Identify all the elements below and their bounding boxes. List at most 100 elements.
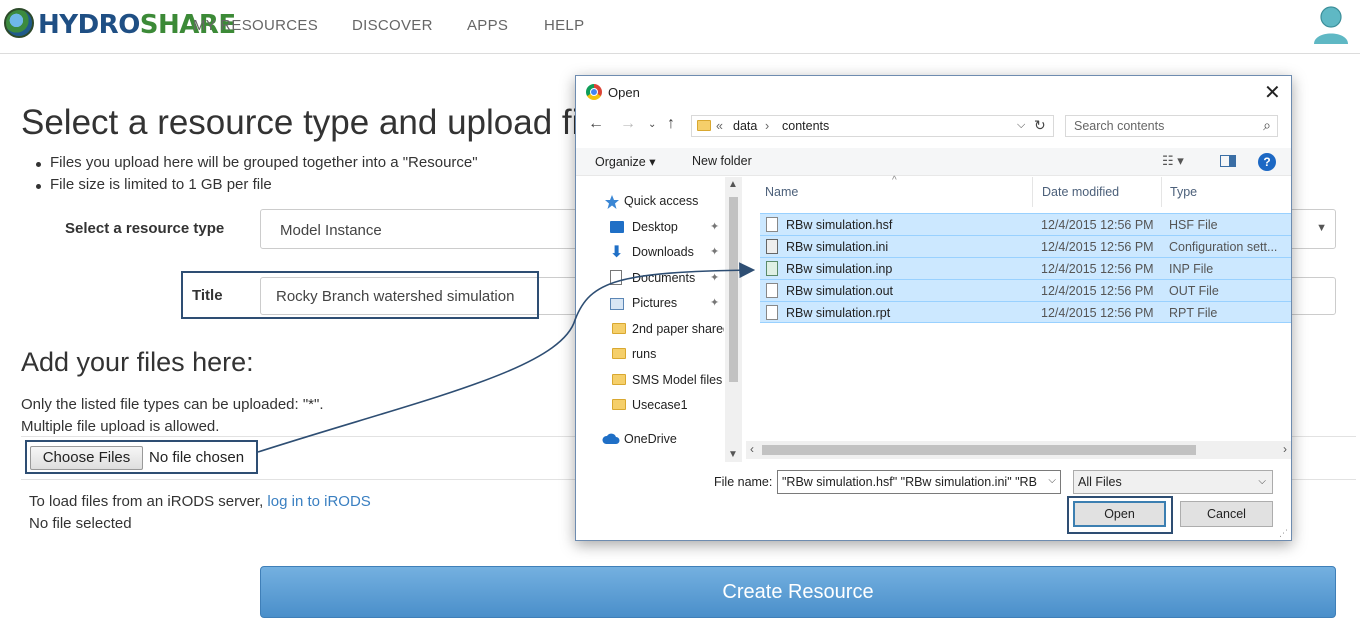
chevron-down-icon[interactable]: ⌵	[1017, 119, 1025, 132]
upload-info-list: Files you upload here will be grouped to…	[36, 154, 478, 198]
up-arrow-icon[interactable]: ↑	[667, 115, 675, 133]
title-label: Title	[192, 287, 223, 304]
dialog-titlebar[interactable]: Open ✕	[576, 76, 1291, 108]
file-date: 12/4/2015 12:56 PM	[1041, 218, 1154, 232]
create-resource-button[interactable]: Create Resource	[260, 566, 1336, 618]
file-type: HSF File	[1169, 218, 1218, 232]
file-name-value: "RBw simulation.hsf" "RBw simulation.ini…	[782, 475, 1037, 489]
search-placeholder: Search contents	[1074, 119, 1165, 133]
input-file-icon	[766, 261, 778, 276]
document-icon	[610, 270, 622, 285]
file-row[interactable]: RBw simulation.hsf 12/4/2015 12:56 PM HS…	[760, 213, 1291, 235]
file-chooser-highlight-box	[25, 440, 258, 474]
nav-2nd-paper-shared[interactable]: 2nd paper shared	[632, 322, 724, 336]
info-bullet-size-limit: File size is limited to 1 GB per file	[36, 176, 478, 198]
nav-scrollbar[interactable]: ▲ ▼	[725, 177, 742, 462]
command-bar: Organize ▾ New folder ☷ ▾ ?	[576, 148, 1291, 176]
file-list: ^ Name Date modified Type RBw simulation…	[754, 175, 1291, 439]
close-icon[interactable]: ✕	[1264, 80, 1281, 105]
organize-menu[interactable]: Organize ▾	[595, 154, 655, 169]
scroll-right-icon[interactable]: ›	[1283, 442, 1287, 456]
irods-section: To load files from an iRODS server, log …	[29, 491, 371, 535]
preview-pane-icon[interactable]	[1220, 155, 1236, 167]
breadcrumb-overflow[interactable]: «	[716, 119, 723, 133]
file-name-input[interactable]: "RBw simulation.hsf" "RBw simulation.ini…	[777, 470, 1061, 494]
irods-login-link[interactable]: log in to iRODS	[267, 493, 370, 510]
page-title: Select a resource type and upload files	[21, 103, 625, 142]
file-date: 12/4/2015 12:56 PM	[1041, 306, 1154, 320]
user-avatar-icon[interactable]	[1312, 4, 1350, 44]
title-highlight-box	[181, 271, 539, 319]
forward-arrow-icon[interactable]: →	[620, 115, 636, 133]
chevron-down-icon[interactable]: ⌵	[1045, 475, 1056, 486]
file-type-filter-select[interactable]: All Files ⌵	[1073, 470, 1273, 494]
folder-icon	[612, 348, 626, 359]
open-file-dialog: Open ✕ ← → ⌄ ↑ « data › contents ⌵ ↻ Sea…	[575, 75, 1292, 541]
pin-icon: ✦	[710, 297, 720, 309]
view-options-icon[interactable]: ☷ ▾	[1162, 153, 1184, 169]
search-input[interactable]: Search contents ⌕	[1065, 115, 1278, 137]
file-row[interactable]: RBw simulation.ini 12/4/2015 12:56 PM Co…	[760, 235, 1291, 257]
settings-file-icon	[766, 239, 778, 254]
scroll-thumb[interactable]	[729, 197, 738, 382]
multiple-upload-text: Multiple file upload is allowed.	[21, 418, 220, 435]
column-divider	[1161, 177, 1162, 207]
add-files-heading: Add your files here:	[21, 347, 254, 377]
pin-icon: ✦	[710, 221, 720, 233]
cancel-button[interactable]: Cancel	[1180, 501, 1273, 527]
column-name[interactable]: Name	[765, 185, 798, 199]
file-type-filter-value: All Files	[1078, 475, 1122, 489]
column-date-modified[interactable]: Date modified	[1042, 185, 1119, 199]
back-arrow-icon[interactable]: ←	[588, 115, 604, 133]
resource-type-value: Model Instance	[280, 222, 382, 239]
nav-help[interactable]: HELP	[544, 17, 584, 34]
navigation-pane: Quick access Desktop ✦ ⬇ Downloads ✦ Doc…	[576, 177, 744, 462]
file-row[interactable]: RBw simulation.rpt 12/4/2015 12:56 PM RP…	[760, 301, 1291, 323]
refresh-icon[interactable]: ↻	[1034, 117, 1046, 134]
resource-type-label: Select a resource type	[65, 220, 225, 237]
file-name: RBw simulation.out	[786, 284, 893, 298]
irods-text: To load files from an iRODS server,	[29, 493, 268, 510]
open-button[interactable]: Open	[1073, 501, 1166, 527]
breadcrumb-contents[interactable]: contents	[782, 119, 829, 133]
file-row[interactable]: RBw simulation.out 12/4/2015 12:56 PM OU…	[760, 279, 1291, 301]
hydroshare-logo-globe-icon[interactable]	[4, 8, 34, 38]
address-bar[interactable]: « data › contents ⌵ ↻	[691, 115, 1054, 137]
column-type[interactable]: Type	[1170, 185, 1197, 199]
resize-grip-icon[interactable]: ⋰	[1279, 528, 1288, 539]
folder-icon	[612, 323, 626, 334]
info-bullet-grouping: Files you upload here will be grouped to…	[36, 154, 478, 176]
file-date: 12/4/2015 12:56 PM	[1041, 262, 1154, 276]
file-type-note: Only the listed file types can be upload…	[21, 394, 324, 438]
file-type: Configuration sett...	[1169, 240, 1278, 254]
new-folder-button[interactable]: New folder	[692, 154, 752, 168]
file-name-label: File name:	[714, 475, 773, 489]
chrome-icon	[586, 84, 602, 100]
file-icon	[766, 217, 778, 232]
nav-discover[interactable]: DISCOVER	[352, 17, 433, 34]
file-name: RBw simulation.inp	[786, 262, 893, 276]
scroll-up-icon[interactable]: ▲	[728, 179, 738, 190]
download-icon: ⬇	[610, 244, 624, 261]
scroll-thumb[interactable]	[762, 445, 1196, 455]
recent-locations-chevron-icon[interactable]: ⌄	[648, 119, 656, 130]
folder-icon	[612, 374, 626, 385]
file-date: 12/4/2015 12:56 PM	[1041, 284, 1154, 298]
sort-ascending-icon: ^	[892, 175, 897, 186]
nav-my-resources[interactable]: MY RESOURCES	[193, 17, 318, 34]
horizontal-scrollbar[interactable]: ‹ ›	[746, 441, 1291, 459]
file-row[interactable]: RBw simulation.inp 12/4/2015 12:56 PM IN…	[760, 257, 1291, 279]
nav-apps[interactable]: APPS	[467, 17, 508, 34]
scroll-down-icon[interactable]: ▼	[728, 449, 738, 460]
breadcrumb-data[interactable]: data	[733, 119, 757, 133]
address-row: ← → ⌄ ↑ « data › contents ⌵ ↻ Search con…	[576, 112, 1291, 140]
file-type: INP File	[1169, 262, 1214, 276]
help-icon[interactable]: ?	[1258, 153, 1276, 171]
pictures-icon	[610, 298, 624, 310]
folder-icon	[612, 399, 626, 410]
scroll-left-icon[interactable]: ‹	[750, 442, 754, 456]
cloud-icon	[602, 433, 620, 444]
star-icon	[605, 195, 619, 209]
allowed-types-text: Only the listed file types can be upload…	[21, 396, 324, 413]
nav-sms-model-files[interactable]: SMS Model files	[632, 373, 724, 387]
